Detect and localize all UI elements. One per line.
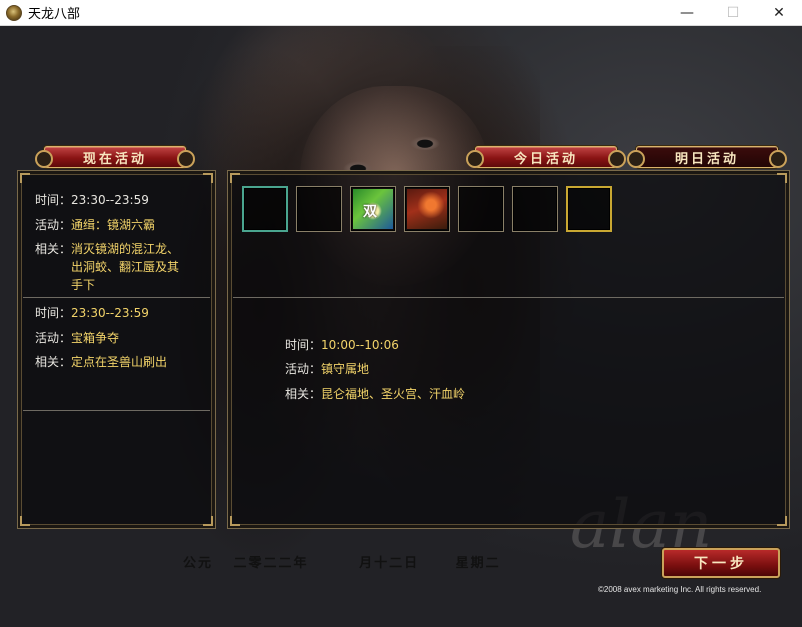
tab-current-activity: 现在活动: [35, 146, 195, 168]
entry-2-related: 相关：定点在圣兽山刷出: [35, 353, 167, 371]
detail-time: 时间：10:00--10:06: [285, 336, 399, 354]
activity-slot-highlighted[interactable]: [566, 186, 612, 232]
related-line: 定点在圣兽山刷出: [71, 355, 168, 369]
activity-slot[interactable]: [296, 186, 342, 232]
time-value: 23:30--23:59: [71, 306, 149, 320]
background-eye-right: [410, 136, 440, 150]
next-step-button[interactable]: 下一步: [662, 548, 780, 578]
activity-slot[interactable]: [458, 186, 504, 232]
app-logo-icon: [6, 4, 22, 21]
related-label: 相关：: [35, 242, 72, 256]
maximize-button: ☐: [726, 5, 740, 21]
time-label: 时间：: [35, 306, 72, 320]
minimize-button[interactable]: —: [664, 0, 710, 26]
activity-slot-quest[interactable]: 双: [350, 186, 396, 232]
time-value: 10:00--10:06: [321, 338, 399, 352]
copyright-text: ©2008 avex marketing Inc. All rights res…: [598, 585, 762, 594]
entry-1-related: 相关：消灭镜湖的混江龙、: [35, 240, 179, 258]
entry-2-activity: 活动：宝箱争夺: [35, 329, 119, 347]
activity-label: 活动：: [35, 218, 72, 232]
entry-1-activity: 活动：通缉：镜湖六霸: [35, 216, 155, 234]
related-line: 出洞蛟、翻江蜃及其: [71, 260, 180, 274]
entry-divider: [23, 410, 210, 411]
icon-row-divider: [233, 297, 784, 298]
window-controls: — ☐ ✕: [664, 0, 802, 26]
time-value: 23:30--23:59: [71, 193, 149, 207]
window-titlebar: 天龙八部 — ☐ ✕: [0, 0, 802, 26]
window-title: 天龙八部: [28, 7, 81, 22]
related-label: 相关：: [285, 387, 322, 401]
quest-icon-glyph: 双: [363, 204, 377, 220]
activity-slot-battle[interactable]: [404, 186, 450, 232]
tab-today-activity[interactable]: 今日活动: [466, 146, 626, 168]
date-year: 二零二二年: [233, 556, 309, 571]
close-button[interactable]: ✕: [756, 0, 802, 26]
activity-slot[interactable]: [512, 186, 558, 232]
time-label: 时间：: [35, 193, 72, 207]
entry-2-time: 时间：23:30--23:59: [35, 304, 149, 322]
activity-label: 活动：: [35, 331, 72, 345]
activity-label: 活动：: [285, 362, 322, 376]
date-display: 公元 二零二二年 月十二日 星期二: [183, 552, 515, 571]
related-line: 消灭镜湖的混江龙、: [71, 242, 180, 256]
detail-activity: 活动：镇守属地: [285, 360, 369, 378]
quest-icon: 双: [353, 189, 393, 229]
related-value: 昆仑福地、圣火宫、汗血岭: [321, 387, 466, 401]
tab-tomorrow-activity[interactable]: 明日活动: [627, 146, 787, 168]
detail-related: 相关：昆仑福地、圣火宫、汗血岭: [285, 385, 465, 403]
activity-slot-selected[interactable]: [242, 186, 288, 232]
date-day: 月十二日: [359, 556, 420, 571]
time-label: 时间：: [285, 338, 322, 352]
related-line: 手下: [71, 278, 96, 292]
entry-divider: [23, 297, 210, 298]
related-label: 相关：: [35, 355, 72, 369]
activity-value: 宝箱争夺: [71, 331, 120, 345]
activity-value: 通缉：镜湖六霸: [71, 218, 156, 232]
date-weekday: 星期二: [455, 556, 501, 571]
date-era: 公元: [183, 556, 214, 571]
entry-1-time: 时间：23:30--23:59: [35, 191, 149, 209]
activity-value: 镇守属地: [321, 362, 370, 376]
battle-icon: [407, 189, 447, 229]
